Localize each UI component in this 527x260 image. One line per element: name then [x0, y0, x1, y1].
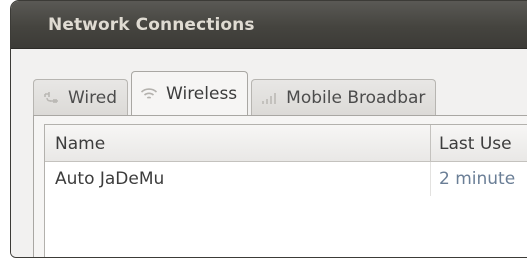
- table-row[interactable]: Auto JaDeMu 2 minute: [45, 162, 527, 196]
- tab-wireless[interactable]: Wireless: [131, 71, 249, 115]
- title-bar[interactable]: Network Connections: [11, 1, 527, 49]
- column-divider[interactable]: [430, 125, 431, 161]
- window-body: Wired Wireless Mobile Broadbar Name Last…: [11, 49, 527, 257]
- wireless-panel: Name Last Use Auto JaDeMu 2 minute: [33, 115, 527, 257]
- connection-name: Auto JaDeMu: [55, 169, 165, 189]
- table-header: Name Last Use: [45, 125, 527, 162]
- column-header-name[interactable]: Name: [55, 134, 105, 154]
- mobile-broadband-icon: [260, 90, 278, 106]
- tab-bar: Wired Wireless Mobile Broadbar: [33, 71, 439, 115]
- wired-icon: [42, 90, 60, 106]
- column-header-last-used[interactable]: Last Use: [439, 134, 512, 154]
- tab-wired[interactable]: Wired: [33, 79, 129, 115]
- connection-last-used: 2 minute: [439, 169, 516, 189]
- connections-table[interactable]: Name Last Use Auto JaDeMu 2 minute: [44, 124, 527, 257]
- wireless-icon: [140, 86, 158, 102]
- tab-mobile-broadband[interactable]: Mobile Broadbar: [251, 79, 437, 115]
- network-connections-window: Network Connections Wired Wireless Mobil…: [10, 0, 527, 258]
- row-divider: [430, 162, 431, 196]
- tab-wireless-label: Wireless: [166, 83, 238, 104]
- tab-mobile-broadband-label: Mobile Broadbar: [286, 87, 426, 108]
- window-title: Network Connections: [48, 15, 255, 35]
- tab-wired-label: Wired: [68, 87, 118, 108]
